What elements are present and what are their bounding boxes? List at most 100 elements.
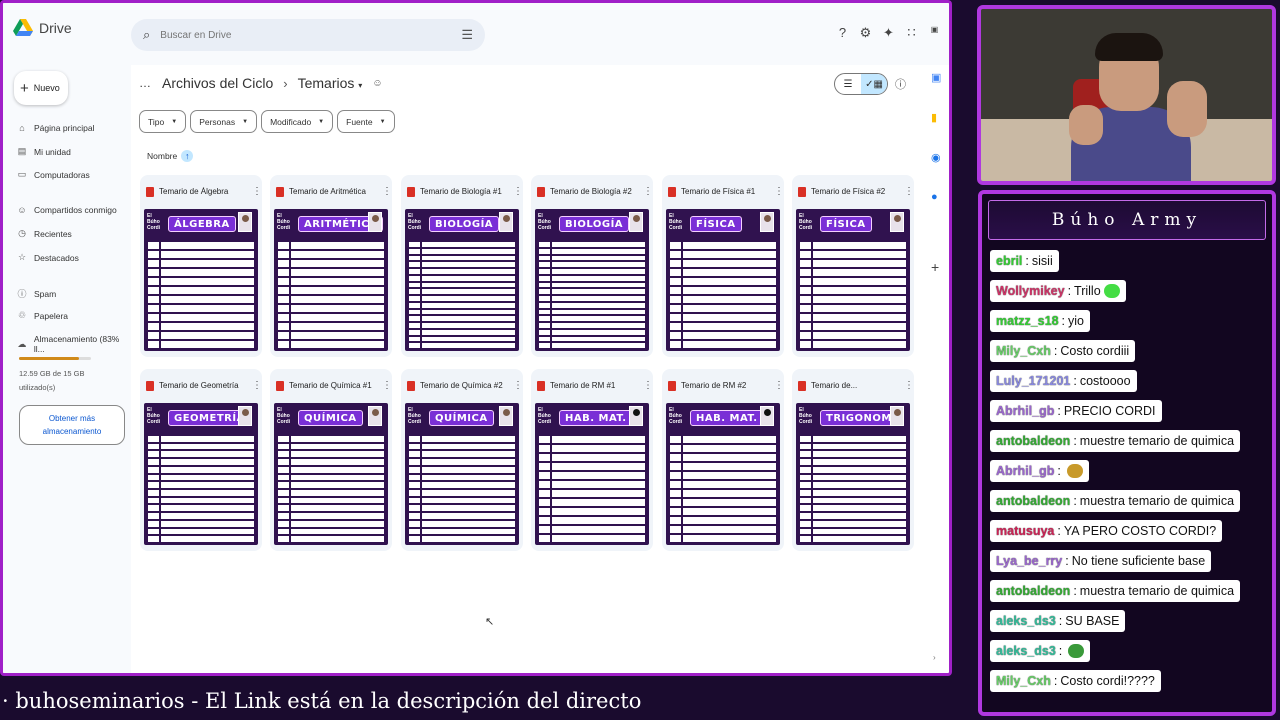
chat-username[interactable]: Abrhil_gb (996, 404, 1054, 418)
account-icon[interactable]: ▣ (927, 25, 942, 41)
chat-username[interactable]: antobaldeon (996, 434, 1070, 448)
thumb-topic-list (409, 242, 515, 348)
search-options-icon[interactable]: ☰ (461, 27, 473, 43)
file-card[interactable]: Temario de RM #1 ⋮ El Búho Cordi HAB. MAT. (531, 369, 653, 551)
file-card[interactable]: Temario de Física #2 ⋮ El Búho Cordi FÍSICA (792, 175, 914, 357)
webcam-hand-left (1069, 105, 1103, 145)
file-card[interactable]: Temario de RM #2 ⋮ El Búho Cordi HAB. MAT. (662, 369, 784, 551)
thumb-row (148, 269, 254, 276)
gemini-icon[interactable]: ✦ (881, 25, 896, 41)
thumb-row (539, 282, 645, 288)
more-vert-icon[interactable]: ⋮ (904, 380, 914, 391)
gear-icon[interactable]: ⚙ (858, 25, 873, 41)
sidebar-item-shared[interactable]: ☺ Compartidos conmigo (17, 205, 116, 215)
file-thumbnail[interactable]: El Búho Cordi BIOLOGÍA (535, 209, 649, 351)
filter-type[interactable]: Tipo ▼ (139, 110, 187, 133)
file-thumbnail[interactable]: El Búho Cordi FÍSICA (666, 209, 780, 351)
chat-username[interactable]: matzz_s18 (996, 314, 1059, 328)
more-vert-icon[interactable]: ⋮ (382, 380, 392, 391)
more-vert-icon[interactable]: ⋮ (643, 380, 653, 391)
tasks-icon[interactable]: ◉ (931, 151, 941, 164)
thumb-row (539, 275, 645, 281)
sidebar-item-starred[interactable]: ☆ Destacados (17, 252, 79, 263)
list-view-icon[interactable]: ☰ (835, 74, 861, 94)
file-thumbnail[interactable]: El Búho Cordi QUÍMICA (274, 403, 388, 545)
file-card[interactable]: Temario de Biología #2 ⋮ El Búho Cordi BIOL… (531, 175, 653, 357)
chat-username[interactable]: Mily_Cxh (996, 674, 1051, 688)
search-icon[interactable]: ⌕ (143, 27, 150, 43)
help-icon[interactable]: ? (835, 25, 850, 41)
more-vert-icon[interactable]: ⋮ (252, 186, 262, 197)
apps-grid-icon[interactable]: ∷ (904, 25, 919, 41)
file-card[interactable]: Temario de Aritmética ⋮ El Búho Cordi ARITM… (270, 175, 392, 357)
add-addon-icon[interactable]: + (931, 259, 939, 275)
sidebar-item-my-drive[interactable]: ▤ Mi unidad (17, 146, 71, 157)
keep-icon[interactable]: ▮ (931, 111, 937, 124)
chat-username[interactable]: aleks_ds3 (996, 644, 1056, 658)
file-card[interactable]: Temario de Biología #1 ⋮ El Búho Cordi BIOL… (401, 175, 523, 357)
drive-logo[interactable]: Drive (13, 19, 72, 37)
chat-username[interactable]: antobaldeon (996, 494, 1070, 508)
file-thumbnail[interactable]: El Búho Cordi BIOLOGÍA (405, 209, 519, 351)
thumb-row (148, 466, 254, 473)
chat-username[interactable]: Mily_Cxh (996, 344, 1051, 358)
file-thumbnail[interactable]: El Búho Cordi HAB. MAT. (535, 403, 649, 545)
chat-message: antobaldeon: muestra temario de quimica (990, 490, 1241, 512)
file-thumbnail[interactable]: El Búho Cordi QUÍMICA (405, 403, 519, 545)
file-card[interactable]: Temario de... ⋮ El Búho Cordi TRIGONOM. (792, 369, 914, 551)
filter-source[interactable]: Fuente ▼ (337, 110, 395, 133)
more-icon[interactable]: … (139, 76, 152, 90)
webcam-streamer-hair (1095, 33, 1163, 61)
file-thumbnail[interactable]: El Búho Cordi TRIGONOM. (796, 403, 910, 545)
filter-modified[interactable]: Modificado ▼ (261, 110, 334, 133)
chat-username[interactable]: ebril (996, 254, 1022, 268)
file-thumbnail[interactable]: El Búho Cordi FÍSICA (796, 209, 910, 351)
more-vert-icon[interactable]: ⋮ (643, 186, 653, 197)
chat-username[interactable]: Luly_171201 (996, 374, 1070, 388)
file-card[interactable]: Temario de Química #1 ⋮ El Búho Cordi QUÍMI… (270, 369, 392, 551)
more-vert-icon[interactable]: ⋮ (513, 186, 523, 197)
sidebar-item-home[interactable]: ⌂ Página principal (17, 123, 94, 133)
scroll-right-icon[interactable]: › (933, 653, 936, 662)
contacts-icon[interactable]: ● (931, 191, 938, 203)
info-icon[interactable]: ⓘ (895, 76, 906, 92)
sort-arrow-up-icon[interactable]: ↑ (181, 150, 194, 162)
chat-username[interactable]: matusuya (996, 524, 1054, 538)
more-vert-icon[interactable]: ⋮ (774, 186, 784, 197)
chat-username[interactable]: antobaldeon (996, 584, 1070, 598)
file-card[interactable]: Temario de Geometría ⋮ El Búho Cordi GEOMET… (140, 369, 262, 551)
file-thumbnail[interactable]: El Búho Cordi HAB. MAT. (666, 403, 780, 545)
chat-username[interactable]: Lya_be_rry (996, 554, 1062, 568)
search-bar[interactable]: ⌕ ☰ (131, 19, 485, 51)
sidebar-item-storage[interactable]: ☁ Almacenamiento (83% ll... (17, 334, 131, 354)
more-vert-icon[interactable]: ⋮ (513, 380, 523, 391)
more-vert-icon[interactable]: ⋮ (252, 380, 262, 391)
file-thumbnail[interactable]: El Búho Cordi GEOMETRÍA (144, 403, 258, 545)
search-input[interactable] (160, 29, 452, 41)
file-card[interactable]: Temario de Álgebra ⋮ El Búho Cordi ÁLGEBRA (140, 175, 262, 357)
more-vert-icon[interactable]: ⋮ (904, 186, 914, 197)
chat-username[interactable]: aleks_ds3 (996, 614, 1056, 628)
breadcrumb-parent[interactable]: Archivos del Ciclo (162, 75, 273, 91)
filter-people[interactable]: Personas ▼ (190, 110, 258, 133)
file-thumbnail[interactable]: El Búho Cordi ARITMÉTICA (274, 209, 388, 351)
new-button[interactable]: + Nuevo (14, 71, 68, 105)
file-card[interactable]: Temario de Química #2 ⋮ El Búho Cordi QUÍMI… (401, 369, 523, 551)
sidebar-item-recent[interactable]: ◷ Recientes (17, 228, 72, 239)
more-vert-icon[interactable]: ⋮ (382, 186, 392, 197)
file-thumbnail[interactable]: El Búho Cordi ÁLGEBRA (144, 209, 258, 351)
chat-text: YA PERO COSTO CORDI? (1063, 524, 1217, 538)
teacher-photo (499, 406, 513, 426)
breadcrumb-current[interactable]: Temarios ▾ (298, 75, 363, 91)
chat-username[interactable]: Wollymikey (996, 284, 1065, 298)
sidebar-item-trash[interactable]: ♲ Papelera (17, 310, 68, 321)
chat-username[interactable]: Abrhil_gb (996, 464, 1054, 478)
more-vert-icon[interactable]: ⋮ (774, 380, 784, 391)
sort-control[interactable]: Nombre ↑ (147, 150, 194, 162)
sidebar-item-computers[interactable]: ▭ Computadoras (17, 169, 90, 180)
calendar-icon[interactable]: ▣ (931, 71, 941, 84)
file-card[interactable]: Temario de Física #1 ⋮ El Búho Cordi FÍSICA (662, 175, 784, 357)
get-more-storage-button[interactable]: Obtener más almacenamiento (19, 405, 125, 445)
grid-view-icon[interactable]: ✓▦ (861, 74, 887, 94)
sidebar-item-spam[interactable]: ⓘ Spam (17, 287, 56, 300)
